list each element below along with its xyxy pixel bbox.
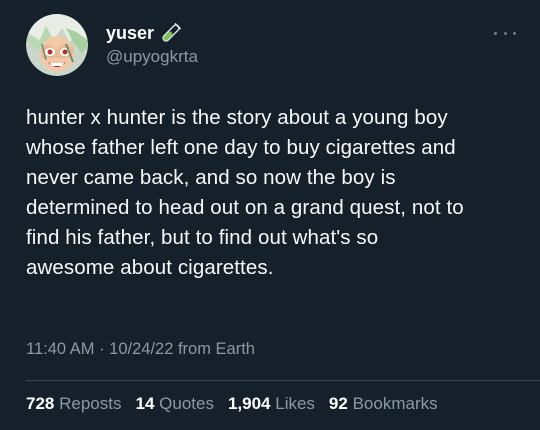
tweet-timestamp[interactable]: 11:40 AM · 10/24/22 from Earth (26, 339, 255, 359)
author-names: yuser @upyogkrta (106, 22, 198, 68)
dot (494, 31, 497, 35)
divider (26, 380, 540, 381)
bookmarks-stat[interactable]: 92 Bookmarks (329, 394, 438, 414)
tweet-card: yuser @upyogkrta hunter x hunter is the … (0, 0, 540, 430)
quotes-count: 14 (135, 394, 155, 413)
dot (513, 31, 516, 35)
dot (503, 31, 507, 35)
bookmarks-label: Bookmarks (352, 394, 438, 413)
tweet-text-line: whose father left one day to buy cigaret… (26, 136, 456, 159)
display-name[interactable]: yuser (106, 22, 154, 44)
tweet-stats: 728 Reposts 14 Quotes 1,904 Likes 92 Boo… (26, 394, 452, 414)
tweet-header: yuser @upyogkrta (26, 14, 198, 76)
tweet-text-line: hunter x hunter is the story about a you… (26, 106, 448, 129)
likes-count: 1,904 (227, 394, 271, 413)
tweet-text-line: determined to head out on a grand quest,… (26, 196, 464, 219)
likes-label: Likes (275, 394, 315, 413)
tweet-text: hunter x hunter is the story about a you… (26, 103, 526, 283)
reposts-stat[interactable]: 728 Reposts (26, 394, 121, 414)
quotes-stat[interactable]: 14 Quotes (135, 394, 213, 414)
bookmarks-count: 92 (328, 394, 348, 413)
likes-stat[interactable]: 1,904 Likes (228, 394, 315, 414)
display-name-row[interactable]: yuser (106, 22, 198, 44)
tweet-text-line: find his father, but to find out what's … (26, 226, 379, 249)
user-handle[interactable]: @upyogkrta (106, 46, 198, 68)
avatar[interactable] (26, 14, 88, 76)
more-options-icon[interactable] (494, 28, 516, 38)
test-tube-icon (160, 22, 182, 44)
tweet-text-line: awesome about cigarettes. (26, 256, 274, 279)
quotes-label: Quotes (159, 394, 214, 413)
top-edge (0, 0, 540, 6)
tweet-text-line: never came back, and so now the boy is (26, 166, 396, 189)
reposts-label: Reposts (59, 394, 122, 413)
avatar-icon (26, 14, 88, 76)
reposts-count: 728 (26, 394, 55, 413)
